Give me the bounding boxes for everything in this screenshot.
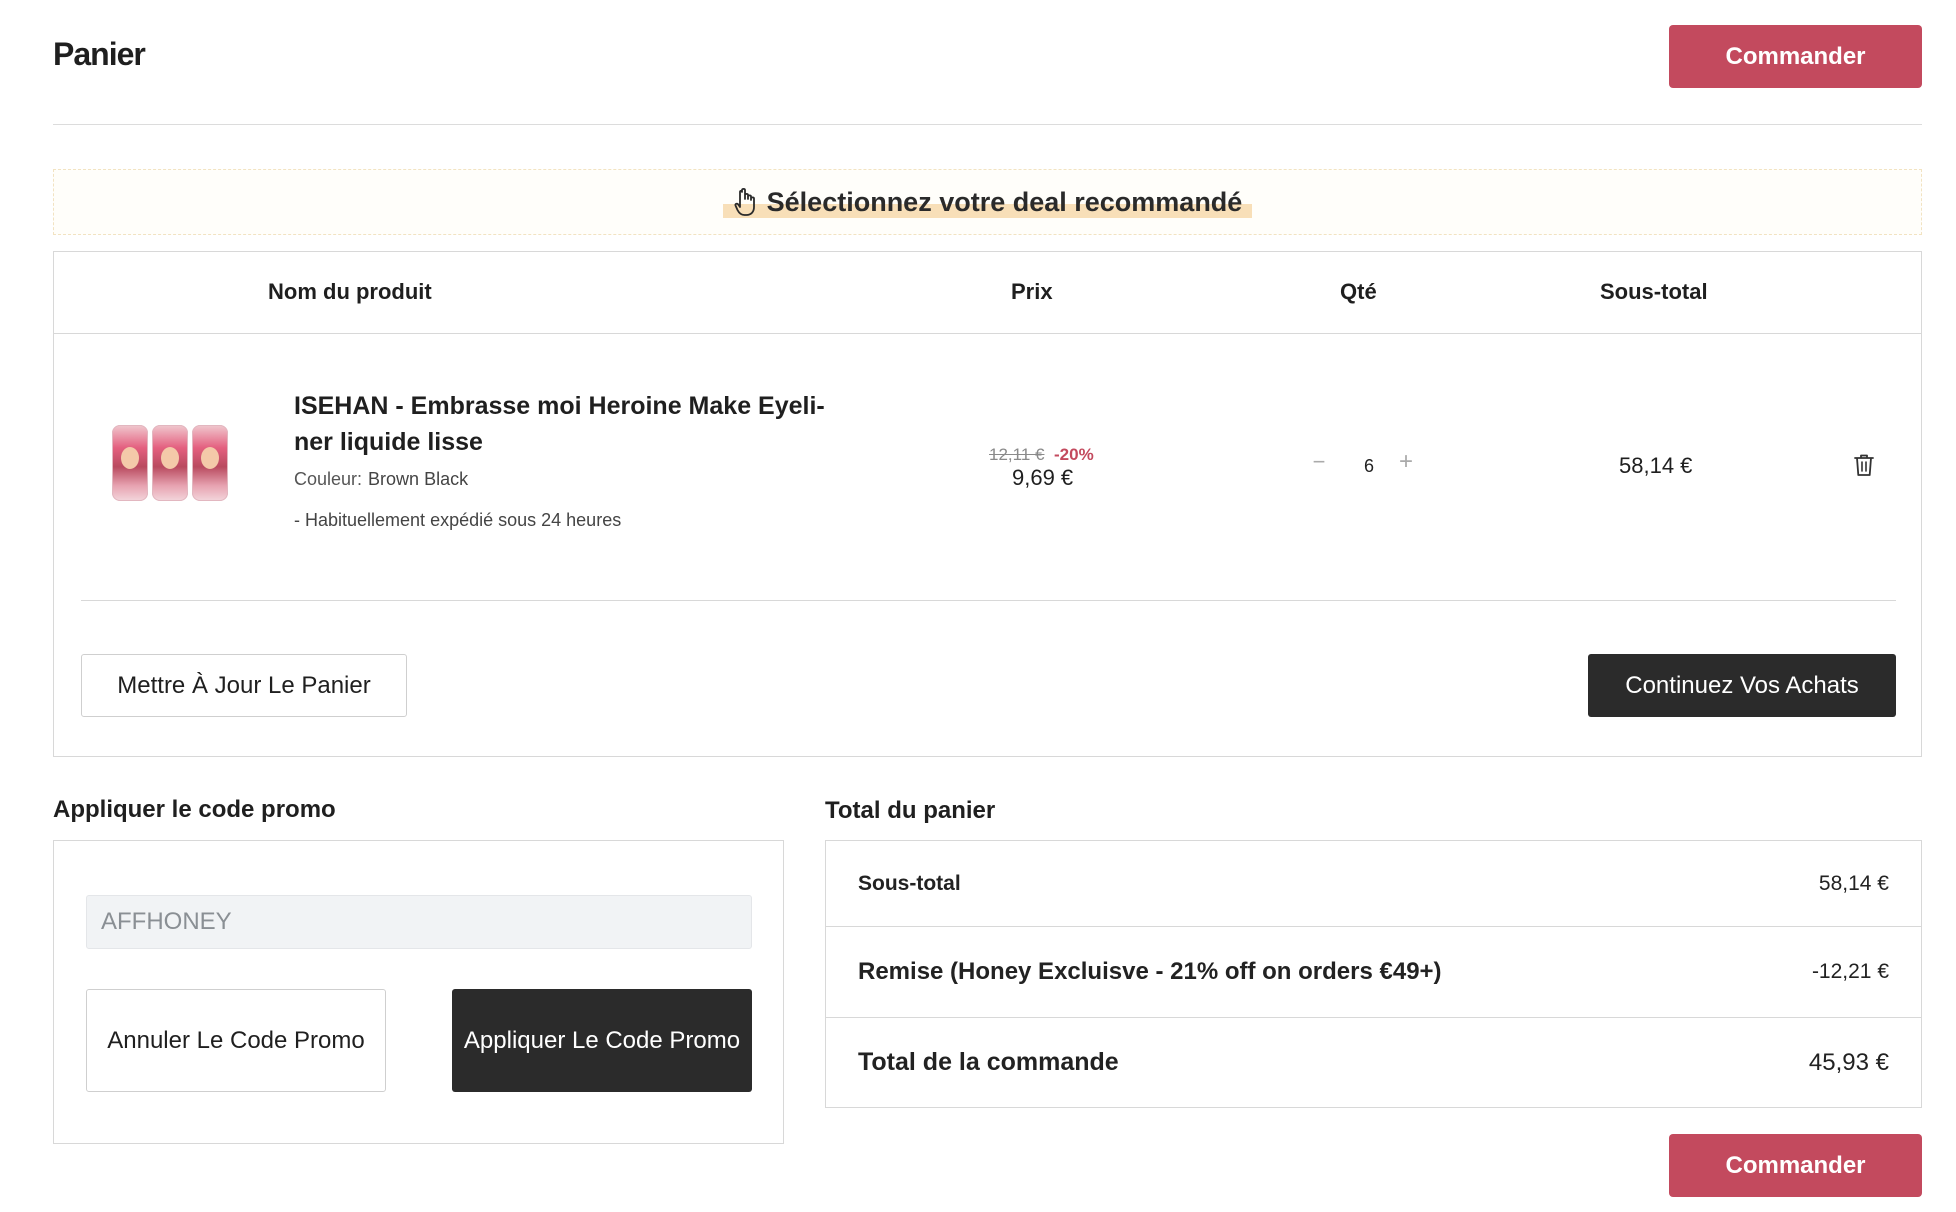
product-image-tube-1: [112, 425, 148, 501]
product-image-tube-3: [192, 425, 228, 501]
discount-badge: -20%: [1054, 445, 1094, 464]
promo-code-panel: Annuler Le Code Promo Appliquer Le Code …: [53, 840, 784, 1144]
column-header-subtotal: Sous-total: [1600, 279, 1708, 304]
row-subtotal: 58,14 €: [1619, 453, 1693, 478]
deal-banner[interactable]: Sélectionnez votre deal recommandé: [53, 169, 1922, 235]
deal-banner-content[interactable]: Sélectionnez votre deal recommandé: [722, 186, 1253, 218]
totals-discount-row: Remise (Honey Excluisve - 21% off on ord…: [826, 927, 1921, 1018]
promo-section-title: Appliquer le code promo: [53, 796, 336, 823]
order-total-value: 45,93 €: [1808, 1048, 1889, 1076]
column-header-product: Nom du produit: [268, 279, 432, 304]
page-title: Panier: [53, 36, 146, 72]
continue-shopping-button[interactable]: Continuez Vos Achats: [1588, 654, 1896, 717]
cart-table-header: Nom du produit Prix Qté Sous-total: [54, 252, 1921, 334]
trash-icon[interactable]: [1852, 452, 1876, 478]
quantity-decrease-button[interactable]: −: [1310, 451, 1328, 473]
checkout-button-top[interactable]: Commander: [1669, 25, 1922, 88]
subtotal-value: 58,14 €: [1818, 871, 1889, 895]
original-price: 12,11 €: [989, 445, 1045, 464]
cart-table: Nom du produit Prix Qté Sous-total ISEHA…: [53, 251, 1922, 757]
quantity-value[interactable]: 6: [1354, 456, 1384, 477]
unit-price: 9,69 €: [1012, 465, 1074, 490]
discount-value: -12,21 €: [1811, 960, 1889, 983]
promo-code-input[interactable]: [86, 895, 752, 949]
cart-totals-title: Total du panier: [825, 797, 996, 824]
product-image[interactable]: [108, 422, 232, 504]
column-header-qty: Qté: [1340, 279, 1377, 304]
header-divider: [53, 124, 1922, 125]
quantity-increase-button[interactable]: +: [1396, 450, 1416, 474]
cancel-promo-button[interactable]: Annuler Le Code Promo: [86, 989, 386, 1092]
product-image-tube-2: [152, 425, 188, 501]
product-color: Couleur: Brown Black: [294, 469, 468, 490]
row-divider: [81, 600, 1896, 601]
product-color-label: Couleur:: [294, 469, 363, 489]
cart-totals-table: Sous-total 58,14 € Remise (Honey Excluis…: [825, 840, 1922, 1108]
deal-banner-text: Sélectionnez votre deal recommandé: [766, 186, 1243, 217]
discount-label: Remise (Honey Excluisve - 21% off on ord…: [858, 958, 1442, 985]
product-color-value: Brown Black: [368, 469, 469, 489]
product-name-link[interactable]: ISEHAN - Embrasse moi Heroine Make Eyeli…: [294, 388, 834, 460]
product-shipping-note: - Habituellement expédié sous 24 heures: [294, 510, 622, 530]
subtotal-label: Sous-total: [858, 871, 961, 895]
totals-order-total-row: Total de la commande 45,93 €: [826, 1018, 1921, 1107]
totals-subtotal-row: Sous-total 58,14 €: [826, 841, 1921, 927]
pointing-hand-icon: [734, 187, 755, 216]
order-total-label: Total de la commande: [858, 1048, 1119, 1076]
update-cart-button[interactable]: Mettre À Jour Le Panier: [81, 654, 407, 717]
column-header-price: Prix: [1011, 279, 1053, 304]
apply-promo-button[interactable]: Appliquer Le Code Promo: [452, 989, 752, 1092]
checkout-button-bottom[interactable]: Commander: [1669, 1134, 1922, 1197]
